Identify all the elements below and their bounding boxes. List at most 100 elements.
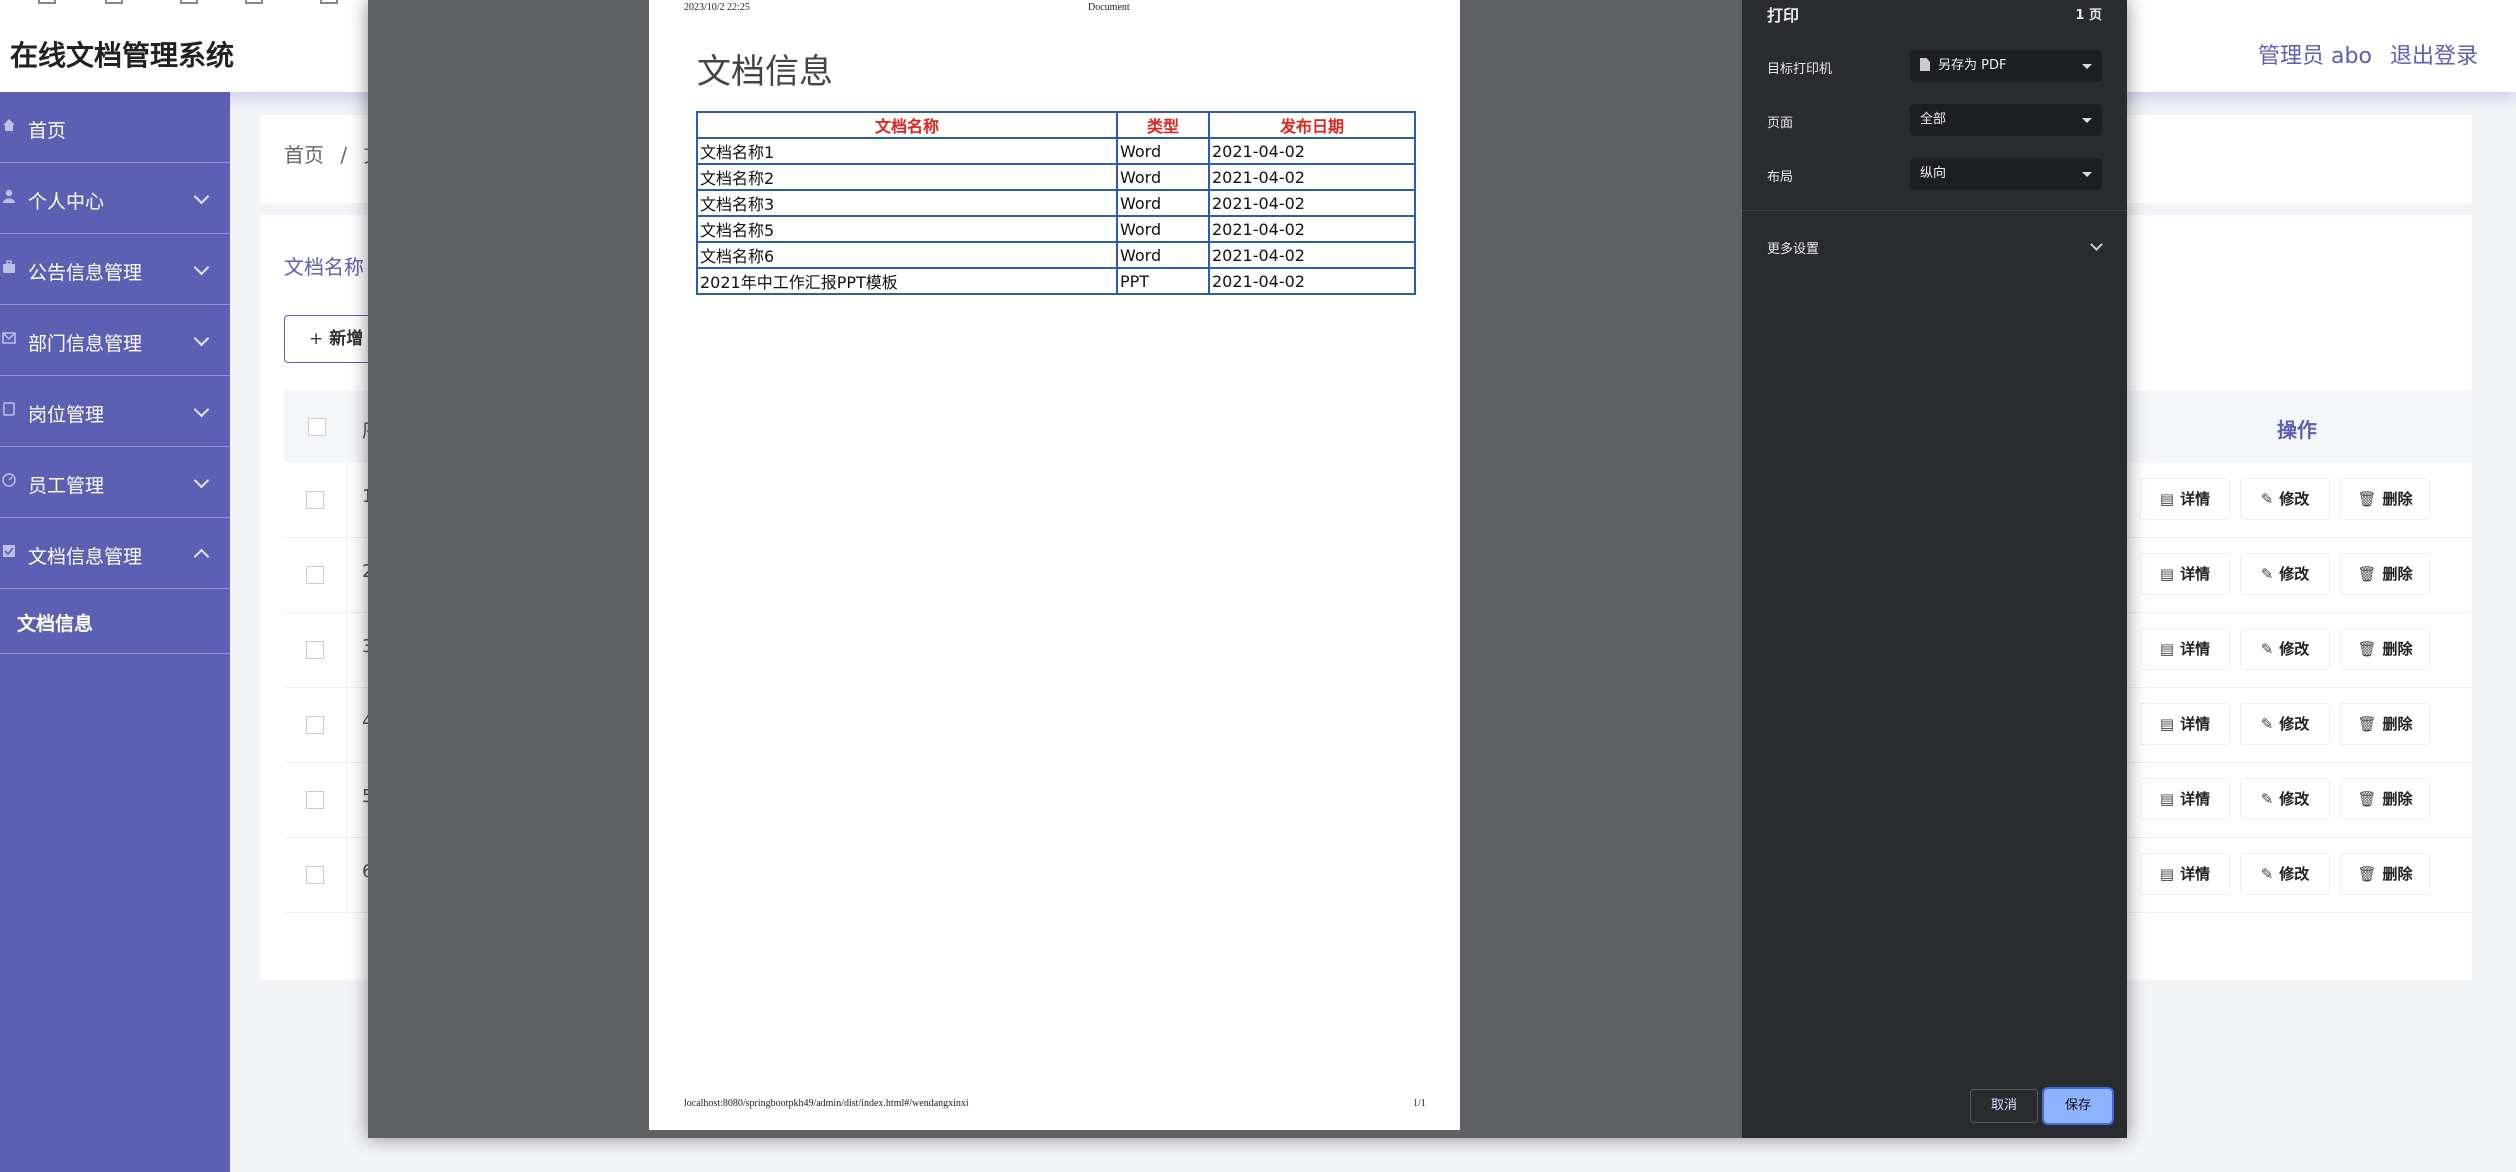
sidebar-item-announcements[interactable]: 公告信息管理: [0, 234, 230, 305]
column-header-actions: 操作: [2277, 418, 2317, 442]
destination-select[interactable]: 另存为 PDF: [1910, 50, 2102, 82]
cell-date: 2021-04-02: [1208, 137, 1416, 165]
cancel-button[interactable]: 取消: [1970, 1089, 2038, 1123]
detail-button[interactable]: ▤ 详情: [2140, 553, 2230, 595]
document-icon: ▤: [2159, 640, 2175, 658]
sidebar-item-positions[interactable]: 岗位管理: [0, 376, 230, 447]
document-table-row: 文档名称2 Word 2021-04-02: [696, 163, 1416, 191]
trash-icon: 🗑: [2357, 565, 2377, 583]
page-footer-url: localhost:8080/springbootpkh49/admin/dis…: [684, 1098, 969, 1109]
delete-button[interactable]: 🗑 删除: [2340, 703, 2430, 745]
select-all-checkbox[interactable]: [308, 418, 326, 436]
edit-button[interactable]: ✎ 修改: [2240, 628, 2330, 670]
destination-label: 目标打印机: [1767, 62, 1833, 77]
browser-strip: [0, 0, 380, 4]
delete-button[interactable]: 🗑 删除: [2340, 853, 2430, 895]
delete-button[interactable]: 🗑 删除: [2340, 628, 2430, 670]
edit-button[interactable]: ✎ 修改: [2240, 703, 2330, 745]
document-table-row: 文档名称1 Word 2021-04-02: [696, 137, 1416, 165]
delete-label: 删除: [2382, 790, 2413, 808]
sidebar-item-label: 部门信息管理: [28, 333, 143, 355]
edit-button[interactable]: ✎ 修改: [2240, 478, 2330, 520]
detail-button[interactable]: ▤ 详情: [2140, 778, 2230, 820]
row-checkbox[interactable]: [306, 566, 324, 584]
chevron-down-icon[interactable]: [2090, 238, 2103, 251]
cell-name: 文档名称1: [696, 137, 1118, 165]
home-icon: [3, 119, 15, 131]
document-icon: ▤: [2159, 790, 2175, 808]
table-header-name: 文档名称: [696, 111, 1118, 139]
logout-link[interactable]: 退出登录: [2390, 38, 2478, 70]
row-checkbox[interactable]: [306, 791, 324, 809]
document-table-body: 文档名称1 Word 2021-04-02 文档名称2 Word 2021-04-02 文档…: [696, 137, 1416, 295]
edit-button[interactable]: ✎ 修改: [2240, 553, 2330, 595]
edit-button[interactable]: ✎ 修改: [2240, 853, 2330, 895]
cell-name: 文档名称2: [696, 163, 1118, 191]
delete-button[interactable]: 🗑 删除: [2340, 478, 2430, 520]
pencil-icon: ✎: [2260, 490, 2274, 508]
page-count: 1 页: [2075, 8, 2102, 23]
sidebar-item-documents[interactable]: 文档信息管理: [0, 518, 230, 589]
check-box-icon: [3, 545, 15, 557]
cell-date: 2021-04-02: [1208, 215, 1416, 243]
sidebar-item-departments[interactable]: 部门信息管理: [0, 305, 230, 376]
row-checkbox[interactable]: [306, 641, 324, 659]
dropdown-caret-icon: [2082, 172, 2092, 177]
print-dialog-title: 打印: [1767, 6, 1800, 25]
detail-label: 详情: [2180, 865, 2211, 883]
briefcase-icon: [3, 260, 15, 273]
pages-value: 全部: [1920, 112, 1947, 127]
column-divider: [346, 462, 347, 537]
layout-select[interactable]: 纵向: [1910, 158, 2102, 190]
row-actions: ▤ 详情 ✎ 修改 🗑 删除: [2140, 778, 2440, 820]
detail-button[interactable]: ▤ 详情: [2140, 628, 2230, 670]
delete-button[interactable]: 🗑 删除: [2340, 553, 2430, 595]
row-actions: ▤ 详情 ✎ 修改 🗑 删除: [2140, 703, 2440, 745]
pencil-icon: ✎: [2260, 715, 2274, 733]
sidebar-item-profile[interactable]: 个人中心: [0, 163, 230, 234]
user-icon: [3, 189, 15, 203]
column-divider: [346, 837, 347, 912]
sidebar-item-label: 首页: [28, 120, 67, 142]
more-settings-toggle[interactable]: 更多设置: [1767, 238, 1819, 257]
trash-icon: 🗑: [2357, 490, 2377, 508]
row-checkbox[interactable]: [306, 866, 324, 884]
save-button[interactable]: 保存: [2044, 1089, 2112, 1123]
cell-type: Word: [1116, 137, 1210, 165]
delete-label: 删除: [2382, 640, 2413, 658]
document-icon: ▤: [2159, 490, 2175, 508]
chevron-up-icon: [193, 548, 210, 565]
pages-select[interactable]: 全部: [1910, 104, 2102, 136]
cell-name: 2021年中工作汇报PPT模板: [696, 267, 1118, 295]
table-header-date: 发布日期: [1208, 111, 1416, 139]
row-checkbox[interactable]: [306, 716, 324, 734]
breadcrumb-separator: /: [340, 143, 348, 167]
detail-button[interactable]: ▤ 详情: [2140, 478, 2230, 520]
pencil-icon: ✎: [2260, 865, 2274, 883]
row-actions: ▤ 详情 ✎ 修改 🗑 删除: [2140, 478, 2440, 520]
pencil-icon: ✎: [2260, 640, 2274, 658]
column-divider: [346, 612, 347, 687]
detail-button[interactable]: ▤ 详情: [2140, 703, 2230, 745]
cell-date: 2021-04-02: [1208, 163, 1416, 191]
breadcrumb-home[interactable]: 首页: [284, 143, 324, 167]
chevron-down-icon: [193, 401, 210, 418]
sidebar-subitem-document-info[interactable]: 文档信息: [0, 589, 230, 654]
page-header-date: 2023/10/2 22:25: [684, 2, 750, 13]
chevron-down-icon: [193, 188, 210, 205]
edit-label: 修改: [2279, 715, 2310, 733]
sidebar-item-home[interactable]: 首页: [0, 92, 230, 163]
document-icon: ▤: [2159, 565, 2175, 583]
delete-button[interactable]: 🗑 删除: [2340, 778, 2430, 820]
trash-icon: 🗑: [2357, 715, 2377, 733]
print-dialog: 2023/10/2 22:25 Document 文档信息 文档名称 类型 发布…: [368, 0, 2127, 1138]
document-table-row: 文档名称6 Word 2021-04-02: [696, 241, 1416, 269]
sidebar-item-employees[interactable]: 员工管理: [0, 447, 230, 518]
edit-button[interactable]: ✎ 修改: [2240, 778, 2330, 820]
cell-date: 2021-04-02: [1208, 267, 1416, 295]
detail-button[interactable]: ▤ 详情: [2140, 853, 2230, 895]
sidebar-item-label: 公告信息管理: [28, 262, 143, 284]
row-checkbox[interactable]: [306, 491, 324, 509]
delete-label: 删除: [2382, 565, 2413, 583]
document-icon: ▤: [2159, 715, 2175, 733]
